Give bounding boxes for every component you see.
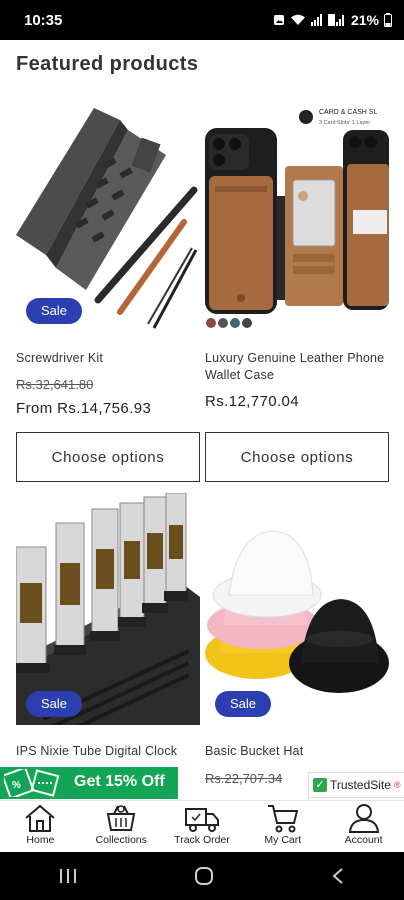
product-name[interactable]: IPS Nixie Tube Digital Clock — [16, 743, 200, 760]
featured-products-section: Featured products Sale Screwdriver Kit R… — [0, 40, 404, 800]
svg-text:%: % — [12, 780, 21, 791]
truck-icon — [184, 808, 219, 832]
image-caption-2: 3 Card Slots' 1 Layer — [319, 120, 370, 126]
basket-icon — [106, 805, 136, 831]
promo-label: Get 15% Off — [74, 773, 165, 790]
sale-badge: Sale — [26, 298, 82, 324]
signal-icon — [310, 14, 322, 26]
sale-badge: Sale — [26, 691, 82, 717]
product-name[interactable]: Screwdriver Kit — [16, 350, 200, 367]
choose-options-button[interactable]: Choose options — [205, 432, 389, 482]
section-title: Featured products — [16, 53, 199, 75]
price-current: Rs.12,770.04 — [205, 393, 300, 410]
product-card-nixie-clock[interactable]: Sale IPS Nixie Tube Digital Clock — [16, 493, 200, 800]
price-compare: Rs.22,707.34 — [205, 771, 283, 786]
nav-label: My Cart — [264, 834, 302, 846]
nav-collections[interactable]: Collections — [81, 801, 162, 852]
nav-label: Home — [26, 834, 55, 846]
system-navigation-bar — [0, 852, 404, 900]
sale-badge: Sale — [215, 691, 271, 717]
back-icon[interactable] — [330, 867, 346, 885]
home-circle-icon[interactable] — [193, 865, 215, 887]
price-current: From Rs.14,756.93 — [16, 400, 152, 417]
nav-my-cart[interactable]: My Cart — [242, 801, 323, 852]
status-icons: 21% — [273, 12, 392, 28]
price-compare: Rs.32,641.80 — [16, 377, 94, 392]
product-name[interactable]: Luxury Genuine Leather Phone Wallet Case — [205, 350, 389, 384]
product-image-leather-wallet-case[interactable]: CARD & CASH SL 3 Card Slots' 1 Layer — [205, 100, 389, 330]
product-name[interactable]: Basic Bucket Hat — [205, 743, 389, 760]
choose-options-button[interactable]: Choose options — [16, 432, 200, 482]
lte-signal-icon — [327, 14, 344, 26]
home-icon — [25, 804, 56, 832]
status-time: 10:35 — [24, 12, 63, 29]
nav-label: Track Order — [174, 834, 230, 846]
trusted-site-label: TrustedSite — [330, 778, 391, 792]
nav-account[interactable]: Account — [323, 801, 404, 852]
image-caption-1: CARD & CASH SL — [319, 109, 377, 116]
nav-track-order[interactable]: Track Order — [162, 801, 243, 852]
product-image-screwdriver-kit[interactable]: Sale — [16, 100, 200, 330]
product-card-screwdriver-kit[interactable]: Sale Screwdriver Kit Rs.32,641.80 From R… — [16, 100, 200, 482]
bottom-navigation: Home Collections Track Order My Cart Acc… — [0, 800, 404, 852]
check-icon: ✓ — [313, 778, 327, 792]
product-card-bucket-hat[interactable]: Sale Basic Bucket Hat Rs.22,707.34 — [205, 493, 389, 800]
discount-ticket-icon: % — [4, 769, 60, 797]
wifi-icon — [290, 14, 305, 25]
product-card-leather-wallet-case[interactable]: CARD & CASH SL 3 Card Slots' 1 Layer Lux… — [205, 100, 389, 482]
cart-icon — [267, 805, 299, 833]
recents-icon[interactable] — [58, 867, 78, 885]
user-icon — [348, 804, 379, 833]
discount-promo-banner[interactable]: % Get 15% Off — [0, 767, 178, 799]
nav-label: Account — [344, 834, 383, 846]
photo-notification-icon — [273, 15, 284, 25]
battery-percent: 21% — [350, 12, 379, 28]
nav-label: Collections — [95, 834, 147, 846]
registered-mark: ® — [393, 780, 401, 790]
product-image-nixie-clock[interactable]: Sale — [16, 493, 200, 725]
product-image-bucket-hat[interactable]: Sale — [205, 493, 389, 725]
nav-home[interactable]: Home — [0, 801, 81, 852]
status-bar: 10:35 21% — [0, 0, 404, 40]
battery-icon — [384, 13, 392, 27]
trusted-site-badge[interactable]: ✓ TrustedSite ® — [308, 772, 404, 798]
